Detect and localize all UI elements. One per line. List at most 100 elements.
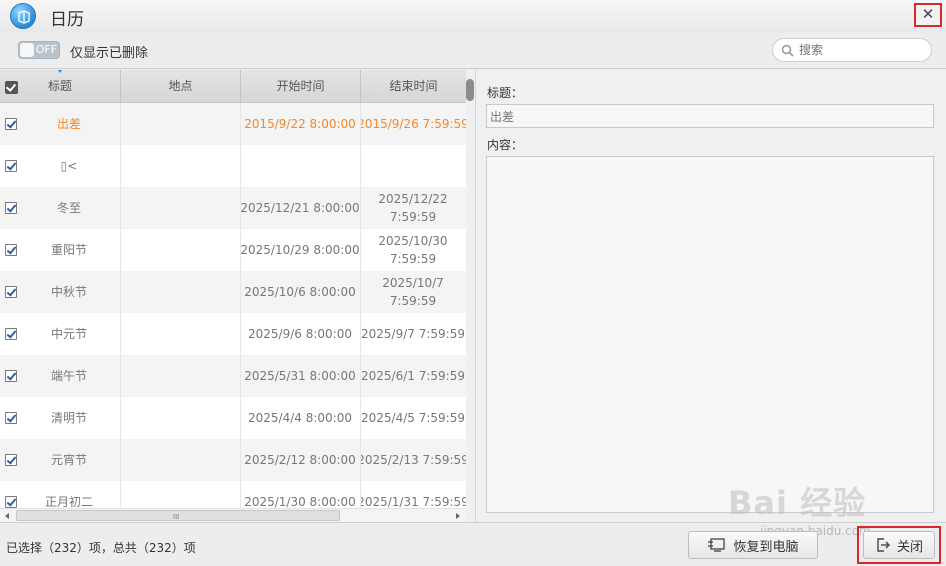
row-checkbox[interactable] (5, 496, 17, 508)
selection-status: 已选择（232）项，总共（232）项 (6, 541, 196, 555)
table-horizontal-scrollbar[interactable]: III (0, 508, 466, 522)
table-row[interactable]: 出差 2015/9/22 8:00:00 2015/9/26 7:59:59 (0, 103, 466, 145)
detail-content-label: 内容： (487, 138, 524, 152)
vertical-scroll-thumb[interactable] (466, 79, 474, 101)
cell-end: 2025/10/30 7:59:59 (378, 234, 448, 266)
row-checkbox[interactable] (5, 370, 17, 382)
cell-location (120, 229, 240, 271)
cell-title: 出差 (56, 117, 81, 131)
cell-location (120, 271, 240, 313)
show-deleted-label: 仅显示已删除 (70, 46, 149, 61)
toolbar-divider (0, 68, 946, 69)
cell-location (120, 103, 240, 145)
search-box[interactable] (772, 38, 932, 62)
search-input[interactable] (799, 42, 923, 58)
detail-content-field[interactable] (486, 156, 934, 513)
table-vertical-scrollbar[interactable] (466, 70, 475, 520)
panel-divider (475, 70, 476, 522)
exit-icon (877, 538, 890, 552)
table-row[interactable]: 重阳节 2025/10/29 8:00:00 2025/10/30 7:59:59 (0, 229, 466, 271)
table-row[interactable]: 冬至 2025/12/21 8:00:00 2025/12/22 7:59:59 (0, 187, 466, 229)
cell-title: 重阳节 (50, 243, 87, 257)
cell-end: 2025/12/22 7:59:59 (378, 192, 448, 224)
cell-title: 中秋节 (50, 285, 87, 299)
cell-start: 2025/2/12 8:00:00 (244, 453, 356, 467)
row-checkbox[interactable] (5, 202, 17, 214)
row-checkbox[interactable] (5, 412, 17, 424)
cell-title: 元宵节 (50, 453, 87, 467)
scroll-right-arrow-icon[interactable] (456, 513, 460, 519)
toggle-state-text: OFF (35, 43, 57, 56)
column-separator (120, 103, 121, 510)
footer-divider (0, 522, 946, 523)
cell-start: 2025/1/30 8:00:00 (244, 495, 356, 509)
cell-end: 2025/1/31 7:59:59 (360, 495, 466, 509)
cell-start: 2025/10/6 8:00:00 (244, 285, 356, 299)
cell-location (120, 313, 240, 355)
table-row[interactable]: 中秋节 2025/10/6 8:00:00 2025/10/7 7:59:59 (0, 271, 466, 313)
cell-title: 中元节 (50, 327, 87, 341)
table-row[interactable]: 清明节 2025/4/4 8:00:00 2025/4/5 7:59:59 (0, 397, 466, 439)
close-button-label: 关闭 (896, 539, 923, 555)
table-row[interactable]: 中元节 2025/9/6 8:00:00 2025/9/7 7:59:59 (0, 313, 466, 355)
cell-start: 2025/12/21 8:00:00 (240, 201, 360, 215)
column-separator (240, 103, 241, 510)
cell-end: 2025/9/7 7:59:59 (361, 327, 465, 341)
cell-title: 冬至 (56, 201, 81, 215)
column-header-start-time[interactable]: 开始时间 (241, 70, 361, 103)
calendar-app-icon (10, 3, 36, 29)
scroll-grip: III (173, 513, 180, 521)
cell-start: 2025/5/31 8:00:00 (244, 369, 356, 383)
row-checkbox[interactable] (5, 328, 17, 340)
table-row[interactable]: 端午节 2025/5/31 8:00:00 2025/6/1 7:59:59 (0, 355, 466, 397)
window-close-button[interactable]: ✕ (914, 3, 942, 27)
table-row[interactable]: ▯< (0, 145, 466, 187)
row-checkbox[interactable] (5, 160, 17, 172)
detail-title-field[interactable] (486, 104, 934, 128)
row-checkbox[interactable] (5, 118, 17, 130)
detail-title-label: 标题： (487, 86, 524, 100)
cell-end: 2025/2/13 7:59:59 (360, 453, 466, 467)
restore-to-computer-button[interactable]: 恢复到电脑 (688, 531, 818, 559)
cell-title: 清明节 (50, 411, 87, 425)
close-button[interactable]: 关闭 (863, 531, 935, 559)
cell-location (120, 355, 240, 397)
table-header: 标题 地点 开始时间 结束时间 (0, 70, 466, 103)
table-row[interactable]: 正月初二 2025/1/30 8:00:00 2025/1/31 7:59:59 (0, 481, 466, 510)
sort-indicator-icon (57, 70, 63, 73)
cell-start: 2025/9/6 8:00:00 (248, 327, 352, 341)
scroll-left-arrow-icon[interactable] (5, 513, 9, 519)
search-icon (781, 44, 794, 57)
cell-location (120, 145, 240, 187)
cell-start: 2015/9/22 8:00:00 (244, 117, 356, 131)
cell-start: 2025/4/4 8:00:00 (248, 411, 352, 425)
baidu-watermark: Bai 经验 (728, 484, 867, 522)
cell-location (120, 397, 240, 439)
column-header-end-time[interactable]: 结束时间 (361, 70, 466, 103)
cell-start: 2025/10/29 8:00:00 (240, 243, 360, 257)
calendar-table: 标题 地点 开始时间 结束时间 出差 2015/9/22 8:00:00 2015/… (0, 70, 466, 510)
cell-location (120, 187, 240, 229)
cell-title: ▯< (60, 159, 78, 173)
cell-end: 2025/10/7 7:59:59 (382, 276, 444, 308)
row-checkbox[interactable] (5, 244, 17, 256)
window-title: 日历 (50, 10, 84, 30)
table-row[interactable]: 元宵节 2025/2/12 8:00:00 2025/2/13 7:59:59 (0, 439, 466, 481)
restore-computer-icon (708, 538, 726, 552)
row-checkbox[interactable] (5, 454, 17, 466)
title-bar: 日历 ✕ (0, 0, 946, 32)
cell-end: 2025/6/1 7:59:59 (361, 369, 465, 383)
column-header-location[interactable]: 地点 (121, 70, 241, 103)
horizontal-scroll-thumb[interactable]: III (16, 510, 340, 521)
cell-location (120, 481, 240, 510)
row-checkbox[interactable] (5, 286, 17, 298)
cell-end (360, 145, 466, 187)
cell-end: 2015/9/26 7:59:59 (360, 117, 466, 131)
cell-title: 端午节 (50, 369, 87, 383)
cell-end: 2025/4/5 7:59:59 (361, 411, 465, 425)
column-separator (360, 103, 361, 510)
cell-start (240, 145, 360, 187)
column-header-title[interactable]: 标题 (0, 70, 121, 103)
toggle-knob (20, 43, 34, 57)
show-deleted-toggle[interactable]: OFF (18, 41, 60, 59)
